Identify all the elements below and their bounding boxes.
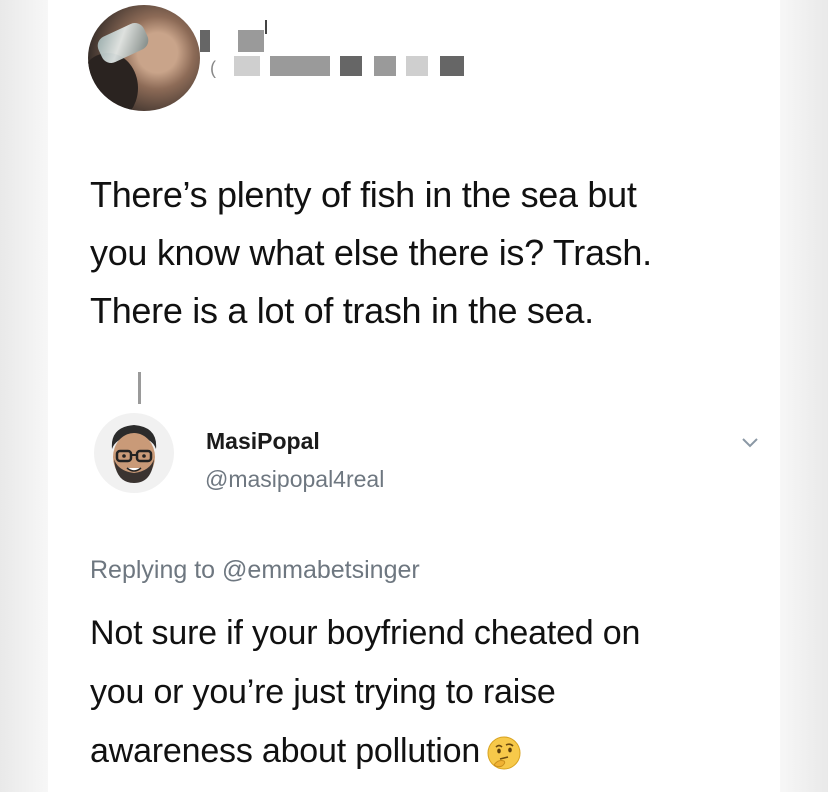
replying-to-line: Replying to @emmabetsinger (90, 556, 420, 585)
reply-text-line: Not sure if your boyfriend cheated on (90, 614, 641, 652)
redacted-handle-block (234, 56, 260, 76)
reply-handle[interactable]: @masipopal4real (205, 466, 384, 493)
thinking-face-icon (487, 736, 521, 770)
tweet-text-line: There is a lot of trash in the sea. (90, 290, 594, 331)
redacted-handle-block (340, 56, 362, 76)
redacted-handle-block (374, 56, 396, 76)
bitmoji-avatar-icon (111, 425, 157, 483)
redacted-handle-block (406, 56, 428, 76)
background-edge-right (780, 0, 828, 792)
redacted-handle-block (270, 56, 330, 76)
redaction-mark (265, 20, 267, 34)
background-edge-left (0, 0, 48, 792)
replying-prefix: Replying to (90, 556, 216, 584)
reply-display-name[interactable]: MasiPopal (206, 428, 320, 455)
original-author-avatar[interactable] (88, 5, 200, 111)
redacted-handle-block (440, 56, 464, 76)
reply-tweet-text: Not sure if your boyfriend cheated on yo… (90, 604, 770, 781)
tweet-text-line: you know what else there is? Trash. (90, 232, 652, 273)
thread-connector-line (138, 372, 141, 404)
reply-text-line: you or you’re just trying to raise (90, 673, 556, 711)
chevron-down-icon[interactable] (740, 436, 760, 450)
reply-author-avatar[interactable] (94, 413, 174, 493)
redaction-mark: ( (210, 58, 216, 78)
reply-text-line: awareness about pollution (90, 732, 481, 770)
replying-to-mention[interactable]: @emmabetsinger (222, 556, 420, 584)
redacted-name-block (238, 30, 264, 52)
redacted-name-block (200, 30, 210, 52)
reply-text-line-last: awareness about pollution (90, 722, 770, 781)
original-tweet-text: There’s plenty of fish in the sea but yo… (90, 166, 780, 340)
tweet-text-line: There’s plenty of fish in the sea but (90, 174, 637, 215)
